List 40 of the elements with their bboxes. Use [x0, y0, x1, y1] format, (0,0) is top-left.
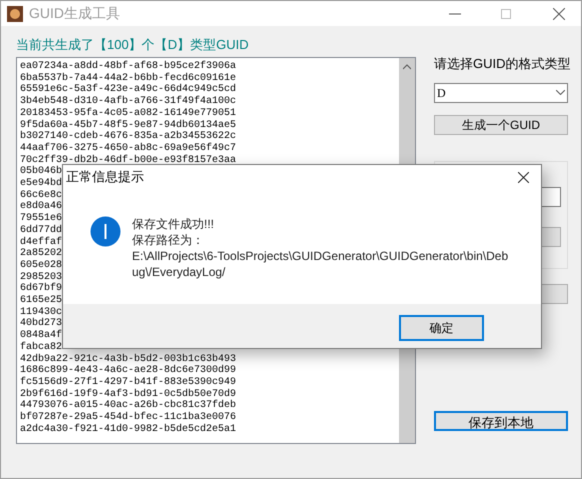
guid-row-text: 2985203	[20, 272, 62, 283]
guid-row: a2dc4a30-f921-41d0-9982-b5de5cd2e5a1	[20, 424, 236, 436]
summary-label: 当前共生成了【100】个【D】类型GUID	[16, 36, 250, 54]
window-title: GUID生成工具	[29, 4, 120, 23]
format-label: 请选择GUID的格式类型	[434, 55, 568, 73]
guid-row-text: 1686c899-4e43-4a6c-ae28-8dc6e7300d99	[20, 365, 236, 376]
guid-row-text: b3027140-cdeb-4676-835a-a2b34553622c	[20, 131, 236, 142]
guid-row-text: 119430c	[20, 306, 62, 318]
dialog-message-line: ug\/EverydayLog/	[132, 264, 226, 280]
guid-row-text: 3b4eb548-d310-4afb-a766-31f49f4a100c	[20, 96, 236, 108]
guid-row-text: 6ba5537b-7a44-44a2-b6bb-fecd6c09161e	[20, 72, 236, 84]
guid-row-text: d4effaf	[20, 236, 62, 248]
guid-row: e5e94bd	[20, 178, 62, 190]
guid-row-text: 05b046b	[20, 166, 62, 178]
dialog-title: 正常信息提示	[66, 168, 144, 186]
dialog-message-line: E:\AllProjects\6-ToolsProjects\GUIDGenerator\GUIDGenerator\bin\Deb	[132, 248, 508, 264]
guid-row-text: 44793076-a015-40ac-a26b-cbc81c37fdeb	[20, 400, 236, 412]
guid-row-text: 0848a4f	[20, 330, 62, 342]
guid-row-text: 79551e6	[20, 213, 62, 224]
guid-row-text: 2b9f616d-19f9-4af3-bd91-0c5db50e70d9	[20, 388, 236, 400]
guid-row-text: bf07287e-29a5-454d-bfec-11c1ba3e0076	[20, 412, 236, 424]
guid-row: 6165e25	[20, 295, 62, 307]
guid-row-text: fabca82	[20, 342, 62, 354]
dialog-message-line: 保存文件成功!!!	[132, 216, 214, 232]
guid-row-text: 70c2ff39-db2b-46df-b00e-e93f8157e3aa	[20, 154, 236, 166]
guid-row-text: 6dd77dd	[20, 224, 62, 236]
guid-row-text: 9f5da60a-45b7-48f5-9e87-94db60134ae5	[20, 120, 236, 131]
guid-row-text: 40bd273	[20, 318, 62, 330]
guid-row: 2a85202	[20, 248, 62, 260]
guid-row: 605e028	[20, 260, 62, 272]
guid-row-text: 44aaf706-3275-4650-ab8c-69a9e56f49c7	[20, 142, 236, 154]
guid-row-text: 6d67bf9	[20, 283, 62, 295]
guid-row-text: e8d0a46	[20, 201, 62, 213]
guid-row-text: 20183453-95fa-4c05-a082-16149e779051	[20, 108, 236, 120]
dialog-message-line: 保存路径为：	[132, 232, 204, 248]
guid-row-text: 65591e6c-5a3f-423e-a49c-66d4c949c5cd	[20, 84, 236, 96]
guid-row-text: fc5156d9-27f1-4297-b41f-883e5390c949	[20, 376, 236, 388]
guid-row-text: ea07234a-a8dd-48bf-af68-b95ce2f3906a	[20, 61, 236, 72]
guid-row-text: 66c6e8c	[20, 190, 62, 201]
guid-row-text: 42db9a22-921c-4a3b-b5d2-003b1c63b493	[20, 354, 236, 365]
